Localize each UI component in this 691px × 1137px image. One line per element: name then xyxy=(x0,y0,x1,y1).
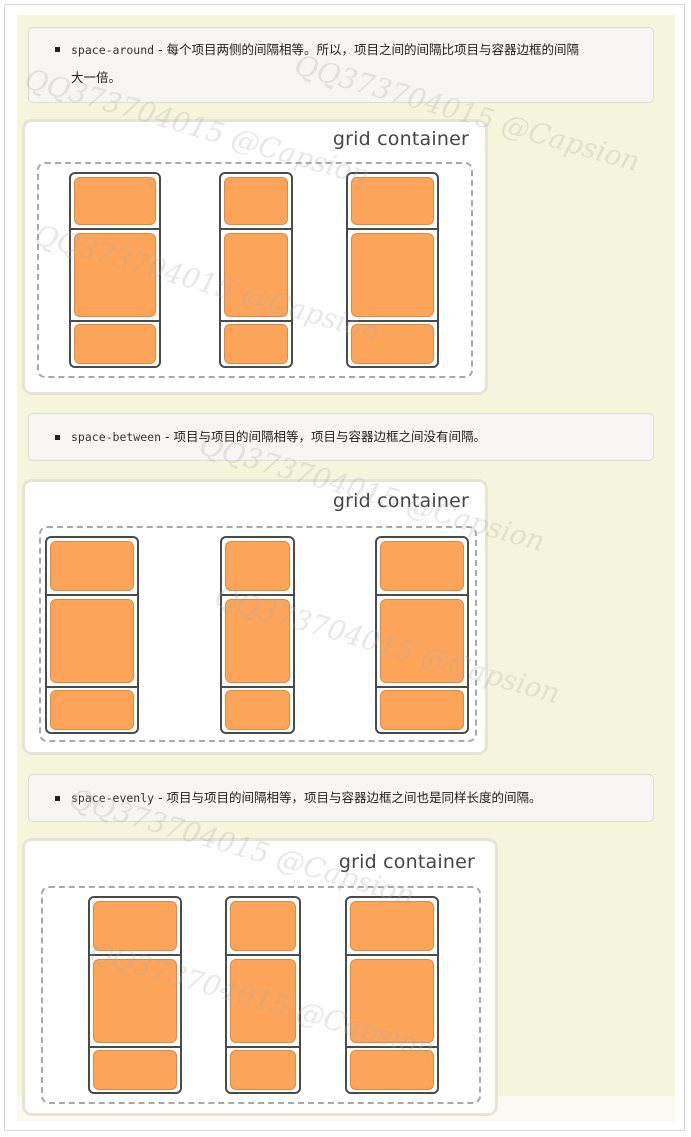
grid-line xyxy=(221,228,291,230)
diagram-space-around: grid container xyxy=(22,119,488,395)
grid-line xyxy=(347,1046,437,1048)
note-text: - 每个项目两侧的间隔相等。所以，项目之间的间隔比项目与容器边框的间隔 xyxy=(154,42,580,57)
grid-line xyxy=(47,594,137,596)
note-space-evenly: space-evenly - 项目与项目的间隔相等，项目与容器边框之间也是同样长… xyxy=(28,774,654,822)
grid-column xyxy=(220,536,295,734)
grid-item xyxy=(350,959,434,1043)
bullet-icon xyxy=(55,47,60,52)
grid-line xyxy=(222,594,293,596)
grid-column xyxy=(69,172,161,368)
bullet-icon xyxy=(55,796,60,801)
grid-item xyxy=(50,690,134,730)
diagram-title: grid container xyxy=(338,851,475,873)
note-text: - 项目与项目的间隔相等，项目与容器边框之间没有间隔。 xyxy=(161,429,486,444)
grid-item xyxy=(74,233,156,317)
grid-item xyxy=(74,324,156,364)
grid-item xyxy=(225,599,290,683)
grid-column xyxy=(219,172,293,368)
grid-column xyxy=(346,172,439,368)
grid-item xyxy=(230,1050,296,1090)
grid-line xyxy=(90,954,180,956)
grid-column xyxy=(88,896,182,1094)
grid-item xyxy=(351,324,434,364)
grid-line xyxy=(377,686,467,688)
grid-item xyxy=(225,690,290,730)
note-text: - 项目与项目的间隔相等，项目与容器边框之间也是同样长度的间隔。 xyxy=(154,790,542,805)
diagram-space-evenly: grid container xyxy=(22,838,498,1116)
code-space-around: space-around xyxy=(71,43,155,57)
grid-item xyxy=(93,959,177,1043)
grid-column xyxy=(225,896,301,1094)
note-space-around: space-around - 每个项目两侧的间隔相等。所以，项目之间的间隔比项目… xyxy=(28,27,654,103)
grid-item xyxy=(224,324,288,364)
note-space-between: space-between - 项目与项目的间隔相等，项目与容器边框之间没有间隔… xyxy=(28,413,654,461)
code-space-between: space-between xyxy=(71,430,162,444)
grid-line xyxy=(348,228,437,230)
grid-item xyxy=(224,233,288,317)
note-text-continued: 大一倍。 xyxy=(71,70,122,85)
grid-item xyxy=(230,901,296,951)
grid-line xyxy=(47,686,137,688)
grid-line xyxy=(227,1046,299,1048)
grid-item xyxy=(350,901,434,951)
grid-column xyxy=(375,536,469,734)
grid-item xyxy=(93,901,177,951)
diagram-space-between: grid container xyxy=(22,479,488,755)
grid-line xyxy=(221,320,291,322)
grid-item xyxy=(50,599,134,683)
grid-column xyxy=(345,896,439,1094)
grid-item xyxy=(351,233,434,317)
grid-line xyxy=(348,320,437,322)
grid-line xyxy=(71,320,159,322)
grid-item xyxy=(230,959,296,1043)
grid-item xyxy=(225,541,290,591)
grid-item xyxy=(351,177,434,225)
diagram-title: grid container xyxy=(332,128,469,150)
grid-item xyxy=(380,599,464,683)
grid-item xyxy=(380,690,464,730)
grid-item xyxy=(224,177,288,225)
grid-line xyxy=(222,686,293,688)
grid-line xyxy=(71,228,159,230)
grid-item xyxy=(380,541,464,591)
grid-line xyxy=(227,954,299,956)
grid-line xyxy=(377,594,467,596)
grid-item xyxy=(74,177,156,225)
grid-item xyxy=(50,541,134,591)
grid-line xyxy=(347,954,437,956)
diagram-title: grid container xyxy=(332,490,469,512)
grid-line xyxy=(90,1046,180,1048)
code-space-evenly: space-evenly xyxy=(71,791,155,805)
bullet-icon xyxy=(55,435,60,440)
grid-item xyxy=(93,1050,177,1090)
grid-column xyxy=(45,536,139,734)
grid-item xyxy=(350,1050,434,1090)
